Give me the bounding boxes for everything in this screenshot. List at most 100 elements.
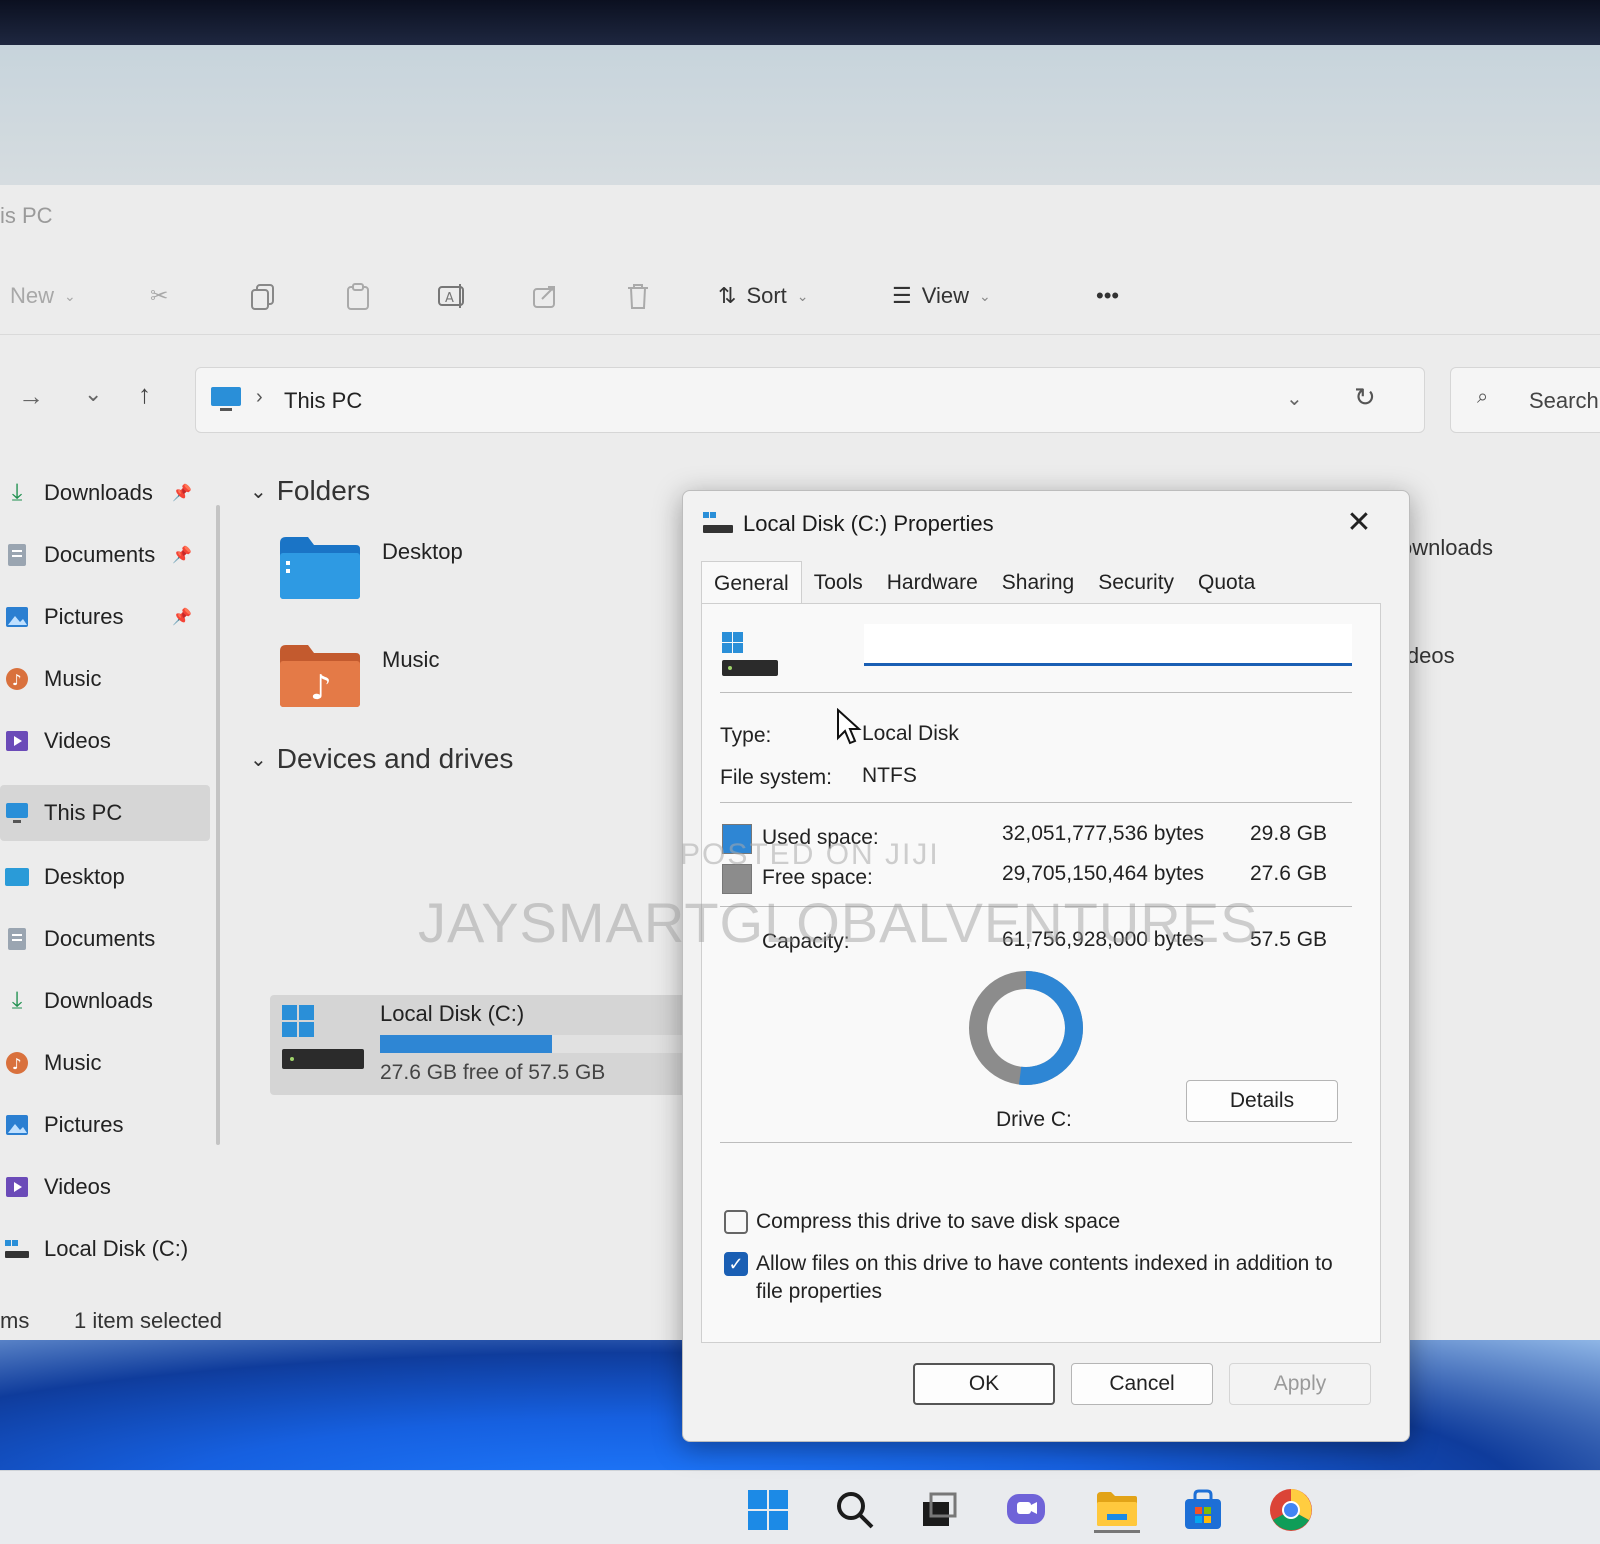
- index-option[interactable]: ✓ Allow files on this drive to have cont…: [724, 1250, 1333, 1306]
- chat-button[interactable]: [1004, 1487, 1050, 1533]
- address-dropdown-icon[interactable]: ⌄: [1286, 386, 1303, 411]
- divider: [720, 692, 1352, 693]
- index-checkbox[interactable]: ✓: [724, 1252, 748, 1276]
- sidebar-item-label: Music: [44, 1050, 102, 1075]
- address-bar[interactable]: › This PC ⌄ ↻: [195, 367, 1425, 433]
- taskbar-search-button[interactable]: [832, 1487, 878, 1533]
- view-label: View: [921, 283, 970, 308]
- sidebar-item-videos[interactable]: Videos: [0, 1159, 210, 1215]
- task-view-button[interactable]: [916, 1487, 962, 1533]
- search-box[interactable]: ⌕ Search: [1450, 367, 1600, 433]
- watermark-large: JAYSMARTGLOBALVENTURES: [418, 891, 1259, 954]
- ok-button[interactable]: OK: [913, 1363, 1055, 1405]
- drive-usage-fill: [380, 1035, 552, 1053]
- tab-general[interactable]: General: [701, 561, 802, 605]
- devices-section-header[interactable]: ⌄ Devices and drives: [250, 743, 513, 775]
- sidebar-item-downloads-pinned[interactable]: ⤓ Downloads 📌: [0, 465, 210, 521]
- sidebar-item-local-disk[interactable]: Local Disk (C:): [0, 1221, 210, 1277]
- chrome-button[interactable]: [1268, 1487, 1314, 1533]
- svg-text:A: A: [445, 291, 454, 306]
- drive-icon: [703, 512, 733, 533]
- compress-label: Compress this drive to save disk space: [756, 1210, 1121, 1233]
- tab-hardware[interactable]: Hardware: [875, 561, 990, 605]
- drive-usage-bar: [380, 1035, 710, 1053]
- sidebar-item-pictures-pinned[interactable]: Pictures 📌: [0, 589, 210, 645]
- apply-button[interactable]: Apply: [1229, 1363, 1371, 1405]
- sidebar-item-label: Downloads: [44, 988, 153, 1013]
- paste-button[interactable]: [343, 277, 373, 315]
- sidebar-item-documents[interactable]: Documents: [0, 911, 210, 967]
- sort-button[interactable]: ⇅ Sort ⌄: [718, 277, 809, 315]
- folder-tile-desktop[interactable]: Desktop: [278, 535, 463, 601]
- share-button[interactable]: [530, 277, 560, 315]
- breadcrumb-this-pc[interactable]: This PC: [284, 388, 362, 414]
- refresh-icon[interactable]: ↻: [1354, 382, 1376, 413]
- file-explorer-taskbar-button[interactable]: [1094, 1487, 1140, 1533]
- sidebar-item-label: Pictures: [44, 604, 124, 629]
- address-row: → ⌄ ↑ › This PC ⌄ ↻ ⌕ Search: [0, 355, 1600, 445]
- tab-security[interactable]: Security: [1086, 561, 1186, 605]
- store-icon: [1185, 1489, 1221, 1529]
- free-space-gb: 27.6 GB: [1250, 862, 1328, 885]
- chevron-down-icon: ⌄: [250, 748, 267, 771]
- start-button[interactable]: [745, 1487, 791, 1533]
- chrome-icon: [1270, 1489, 1312, 1531]
- taskbar: [0, 1470, 1600, 1544]
- compress-option[interactable]: Compress this drive to save disk space: [724, 1208, 1120, 1236]
- tab-tools[interactable]: Tools: [802, 561, 875, 605]
- document-icon: [4, 926, 30, 952]
- chevron-down-icon: ⌄: [250, 480, 267, 503]
- index-label-line-1: Allow files on this drive to have conten…: [756, 1252, 1333, 1275]
- compress-checkbox[interactable]: [724, 1210, 748, 1234]
- cut-button[interactable]: ✂: [150, 277, 168, 315]
- sidebar-item-pictures[interactable]: Pictures: [0, 1097, 210, 1153]
- recent-locations-chevron-icon[interactable]: ⌄: [84, 381, 102, 407]
- desktop-icon: [4, 864, 30, 890]
- close-button[interactable]: ✕: [1333, 501, 1385, 543]
- sidebar-item-music[interactable]: ♪ Music: [0, 1035, 210, 1091]
- folder-tile-music[interactable]: ♪ Music: [278, 643, 439, 709]
- document-icon: [4, 542, 30, 568]
- navigation-scrollbar[interactable]: [216, 505, 220, 1145]
- sidebar-item-label: Videos: [44, 1174, 111, 1199]
- mouse-cursor-icon: [837, 708, 862, 745]
- drive-tile-local-disk-c[interactable]: Local Disk (C:) 27.6 GB free of 57.5 GB: [270, 995, 710, 1095]
- sidebar-item-this-pc[interactable]: This PC: [0, 785, 210, 841]
- new-button[interactable]: New ⌄: [10, 277, 76, 315]
- copy-icon: [251, 284, 274, 310]
- sidebar-item-label: Downloads: [44, 480, 153, 505]
- folders-section-header[interactable]: ⌄ Folders: [250, 475, 370, 507]
- view-button[interactable]: ☰ View ⌄: [892, 277, 991, 315]
- type-label: Type:: [720, 724, 772, 747]
- sidebar-item-label: Documents: [44, 926, 156, 951]
- file-system-value: NTFS: [862, 764, 917, 787]
- details-button[interactable]: Details: [1186, 1080, 1338, 1122]
- chevron-down-icon: ⌄: [979, 287, 991, 304]
- sidebar-item-videos-pinned[interactable]: Videos: [0, 713, 210, 769]
- trash-icon: [628, 284, 648, 309]
- type-value: Local Disk: [862, 722, 959, 745]
- delete-button[interactable]: [624, 277, 652, 315]
- cancel-button[interactable]: Cancel: [1071, 1363, 1213, 1405]
- rename-button[interactable]: A: [436, 277, 468, 315]
- monitor-bezel: [0, 0, 1600, 45]
- see-more-button[interactable]: •••: [1096, 277, 1119, 315]
- close-icon: ✕: [1346, 505, 1372, 539]
- forward-arrow-icon[interactable]: →: [18, 381, 44, 412]
- chevron-down-icon: ⌄: [796, 287, 809, 304]
- drive-icon: [282, 1005, 364, 1069]
- sidebar-item-desktop[interactable]: Desktop: [0, 849, 210, 905]
- tab-quota[interactable]: Quota: [1186, 561, 1267, 605]
- sidebar-item-downloads[interactable]: ⤓ Downloads: [0, 973, 210, 1029]
- sidebar-item-documents-pinned[interactable]: Documents 📌: [0, 527, 210, 583]
- sidebar-item-music-pinned[interactable]: ♪ Music: [0, 651, 210, 707]
- sidebar-item-label: Videos: [44, 728, 111, 753]
- copy-button[interactable]: [248, 277, 278, 315]
- file-system-label: File system:: [720, 766, 833, 789]
- store-button[interactable]: [1180, 1487, 1226, 1533]
- music-folder-icon: ♪: [280, 645, 360, 708]
- tab-sharing[interactable]: Sharing: [990, 561, 1086, 605]
- videos-icon: [4, 728, 30, 754]
- drive-name-input[interactable]: [864, 624, 1352, 666]
- up-arrow-icon[interactable]: ↑: [138, 379, 151, 410]
